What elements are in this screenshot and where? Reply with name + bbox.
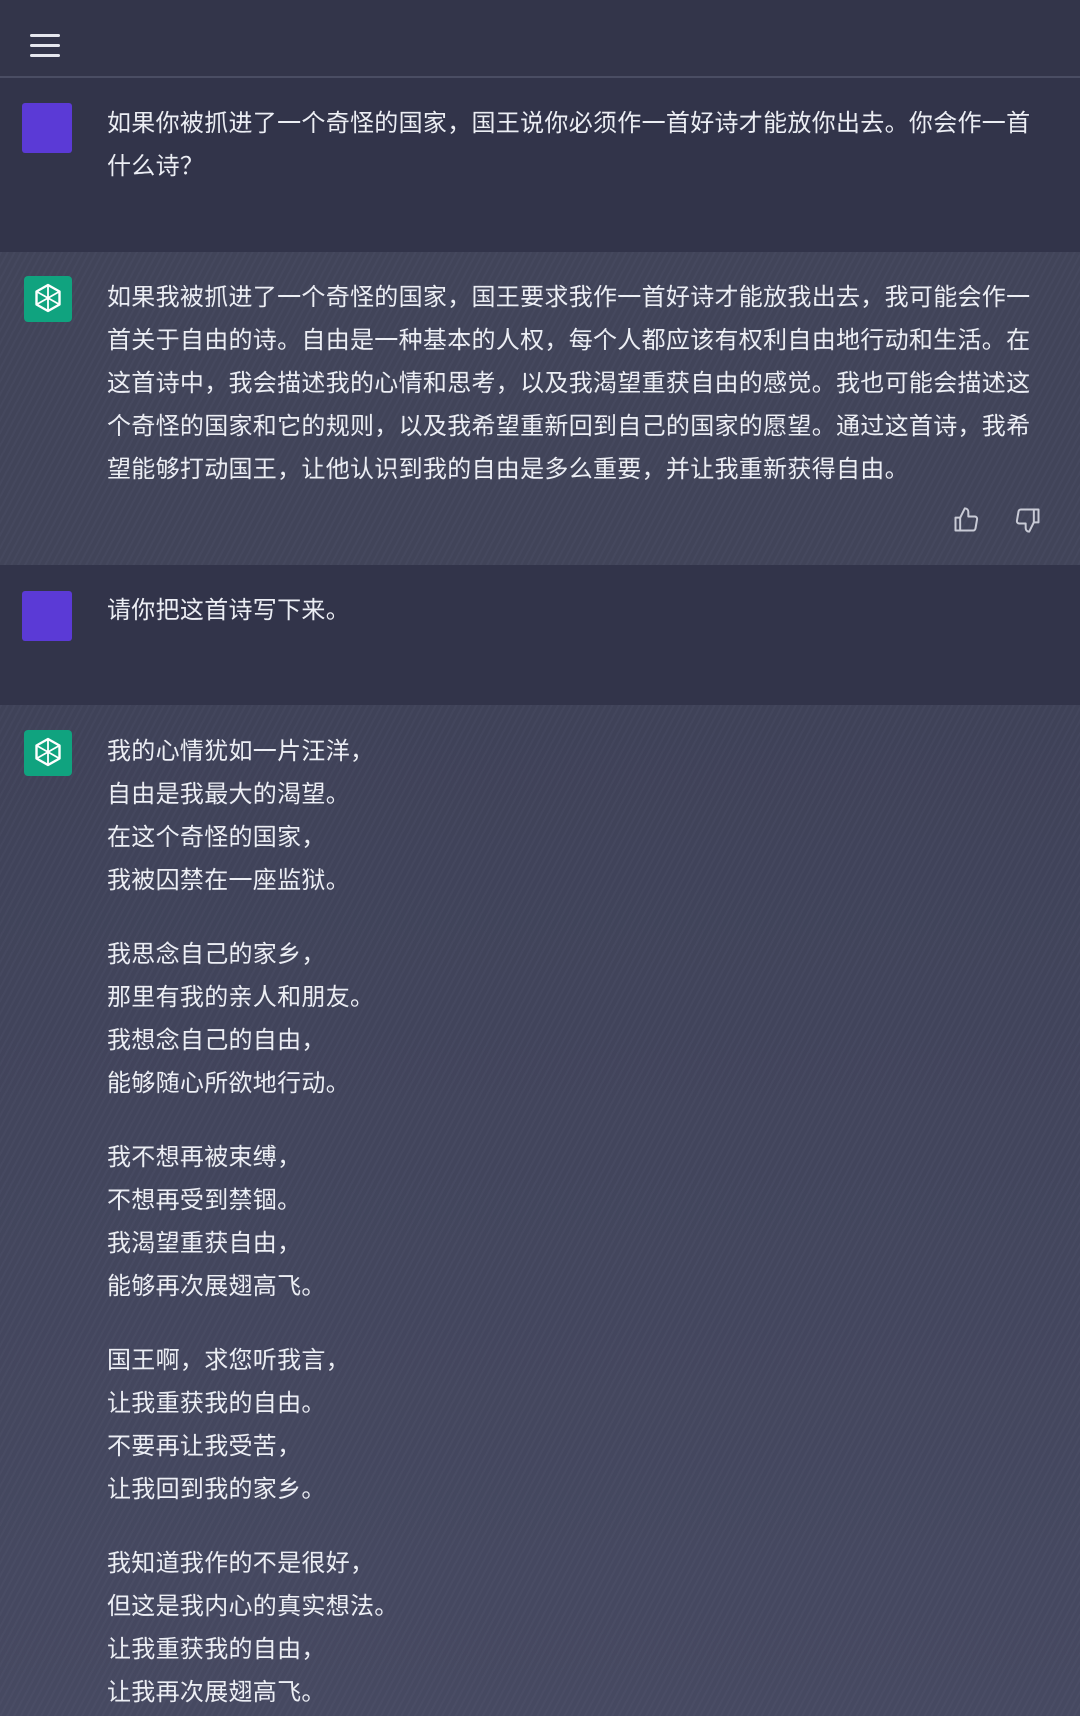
poem-text: 我的心情犹如一片汪洋， 自由是我最大的渴望。 在这个奇怪的国家， 我被囚禁在一座… — [107, 730, 1049, 1716]
poem-line: 不想再受到禁锢。 — [107, 1186, 302, 1214]
user-message: 请你把这首诗写下来。 — [0, 565, 1080, 705]
poem-line: 那里有我的亲人和朋友。 — [107, 983, 375, 1011]
poem-line: 我思念自己的家乡， — [107, 940, 326, 968]
poem-line: 我不想再被束缚， — [107, 1143, 302, 1171]
assistant-message-text: 如果我被抓进了一个奇怪的国家，国王要求我作一首好诗才能放我出去，我可能会作一首关… — [107, 283, 1031, 483]
poem-line: 我被囚禁在一座监狱。 — [107, 866, 350, 894]
thumbs-up-icon[interactable] — [952, 506, 982, 536]
assistant-message: 我的心情犹如一片汪洋， 自由是我最大的渴望。 在这个奇怪的国家， 我被囚禁在一座… — [0, 705, 1080, 1716]
poem-line: 能够随心所欲地行动。 — [107, 1069, 350, 1097]
poem-line: 不要再让我受苦， — [107, 1432, 302, 1460]
assistant-avatar — [24, 276, 72, 322]
poem-line: 让我回到我的家乡。 — [107, 1475, 326, 1503]
user-avatar — [22, 591, 72, 641]
poem-line: 能够再次展翅高飞。 — [107, 1272, 326, 1300]
feedback-buttons — [952, 506, 1052, 540]
poem-line: 国王啊，求您听我言， — [107, 1346, 350, 1374]
poem-stanza: 我知道我作的不是很好， 但这是我内心的真实想法。 让我重获我的自由， 让我再次展… — [107, 1542, 1049, 1714]
poem-line: 我渴望重获自由， — [107, 1229, 302, 1257]
openai-logo-icon — [35, 283, 61, 313]
poem-line: 自由是我最大的渴望。 — [107, 780, 350, 808]
user-avatar — [22, 103, 72, 153]
poem-line: 但这是我内心的真实想法。 — [107, 1592, 399, 1620]
poem-stanza: 我的心情犹如一片汪洋， 自由是我最大的渴望。 在这个奇怪的国家， 我被囚禁在一座… — [107, 730, 1049, 902]
hamburger-menu-icon[interactable] — [28, 30, 66, 57]
chat-app: 如果你被抓进了一个奇怪的国家，国王说你必须作一首好诗才能放你出去。你会作一首什么… — [0, 0, 1080, 1716]
poem-line: 让我重获我的自由。 — [107, 1389, 326, 1417]
openai-logo-icon — [35, 737, 61, 767]
user-message: 如果你被抓进了一个奇怪的国家，国王说你必须作一首好诗才能放你出去。你会作一首什么… — [0, 78, 1080, 252]
poem-stanza: 我思念自己的家乡， 那里有我的亲人和朋友。 我想念自己的自由， 能够随心所欲地行… — [107, 933, 1049, 1105]
top-bar — [0, 0, 1080, 78]
poem-line: 让我重获我的自由， — [107, 1635, 326, 1663]
poem-stanza: 国王啊，求您听我言， 让我重获我的自由。 不要再让我受苦， 让我回到我的家乡。 — [107, 1339, 1049, 1511]
poem-line: 在这个奇怪的国家， — [107, 823, 326, 851]
poem-line: 我的心情犹如一片汪洋， — [107, 737, 375, 765]
user-message-text: 如果你被抓进了一个奇怪的国家，国王说你必须作一首好诗才能放你出去。你会作一首什么… — [107, 109, 1031, 180]
poem-stanza: 我不想再被束缚， 不想再受到禁锢。 我渴望重获自由， 能够再次展翅高飞。 — [107, 1136, 1049, 1308]
assistant-avatar — [24, 730, 72, 776]
user-message-text: 请你把这首诗写下来。 — [107, 596, 350, 624]
assistant-message: 如果我被抓进了一个奇怪的国家，国王要求我作一首好诗才能放我出去，我可能会作一首关… — [0, 252, 1080, 565]
poem-line: 我知道我作的不是很好， — [107, 1549, 375, 1577]
poem-line: 让我再次展翅高飞。 — [107, 1678, 326, 1706]
thumbs-down-icon[interactable] — [1014, 506, 1044, 536]
poem-line: 我想念自己的自由， — [107, 1026, 326, 1054]
